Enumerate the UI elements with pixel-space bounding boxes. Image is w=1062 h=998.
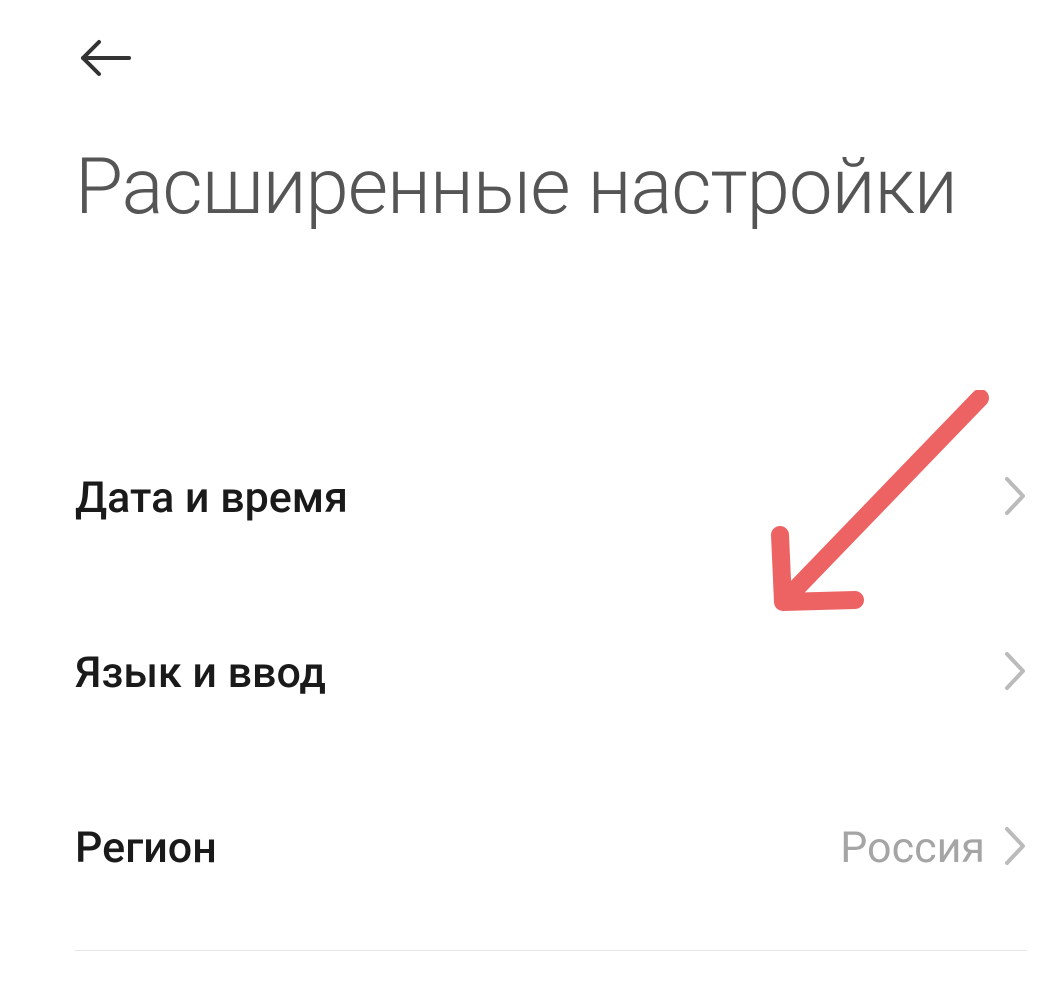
setting-label: Регион	[75, 823, 217, 873]
chevron-right-icon	[1003, 650, 1027, 696]
setting-right: Россия	[840, 823, 1027, 873]
divider	[75, 950, 1027, 951]
setting-item-region[interactable]: Регион Россия	[75, 760, 1027, 935]
arrow-left-icon	[77, 38, 133, 82]
chevron-right-icon	[1003, 475, 1027, 521]
setting-label: Дата и время	[75, 473, 348, 523]
setting-value: Россия	[840, 823, 985, 873]
chevron-right-icon	[1003, 825, 1027, 871]
setting-label: Язык и ввод	[75, 648, 326, 698]
settings-list: Дата и время Язык и ввод Регион Россия	[75, 410, 1027, 951]
setting-right	[1003, 650, 1027, 696]
setting-right	[1003, 475, 1027, 521]
back-button[interactable]	[75, 30, 135, 90]
page-title: Расширенные настройки	[75, 140, 957, 236]
setting-item-language-input[interactable]: Язык и ввод	[75, 585, 1027, 760]
setting-item-date-time[interactable]: Дата и время	[75, 410, 1027, 585]
